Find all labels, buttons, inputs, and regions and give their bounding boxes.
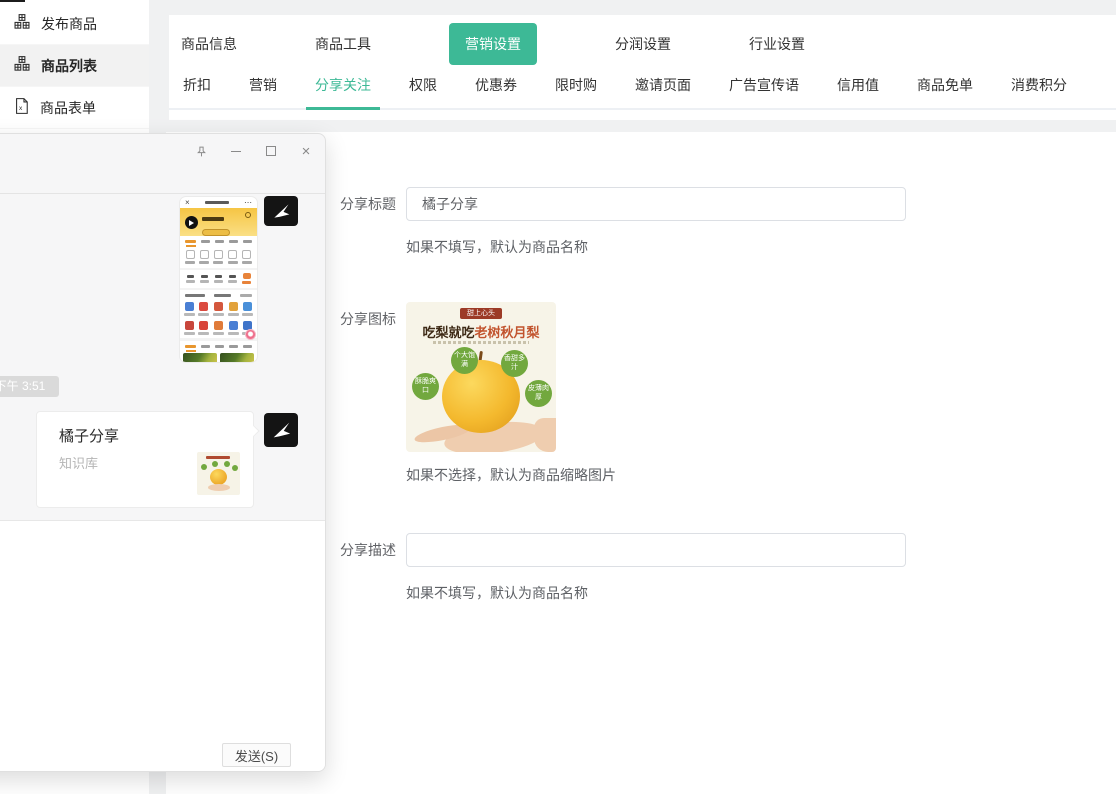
secondary-tab-label: 信用值	[837, 77, 879, 93]
primary-tab[interactable]: 行业设置	[749, 34, 805, 54]
user-avatar[interactable]	[264, 196, 298, 226]
phone-app-icon	[197, 319, 212, 338]
form-doc-icon: x	[13, 97, 30, 118]
phone-statusbar: ×⋯	[180, 197, 257, 208]
secondary-tab-label: 商品免单	[917, 77, 973, 93]
pin-icon[interactable]	[190, 140, 212, 162]
secondary-tab-label: 优惠券	[475, 77, 517, 93]
phone-app-icon	[240, 300, 255, 319]
secondary-tab[interactable]: 折扣	[181, 72, 213, 108]
user-avatar[interactable]	[264, 413, 298, 447]
vip-badge	[202, 229, 230, 236]
secondary-tab-label: 邀请页面	[635, 77, 691, 93]
primary-tab[interactable]: 商品信息	[181, 34, 237, 54]
close-icon[interactable]: ×	[295, 140, 317, 162]
phone-app-icon	[211, 300, 226, 319]
phone-tabs	[180, 236, 257, 245]
sidebar-item[interactable]: x 商品表单	[0, 87, 149, 129]
feature-badge: 香甜多汁	[501, 350, 528, 377]
share-card-thumbnail	[197, 452, 240, 495]
share-card-title: 橘子分享	[59, 425, 253, 446]
phone-info-icon	[245, 212, 251, 218]
feature-badge: 个大饱满	[451, 347, 478, 374]
secondary-tab-label: 权限	[409, 77, 437, 93]
phone-close-icon: ×	[185, 199, 190, 207]
share-desc-input[interactable]	[406, 533, 906, 567]
secondary-tab[interactable]: 优惠券	[473, 72, 519, 108]
product-image-title: 吃梨就吃老树秋月梨	[406, 322, 556, 341]
maximize-icon[interactable]	[260, 140, 282, 162]
chat-preview-window: × ×⋯	[0, 133, 326, 772]
phone-profile-header	[180, 208, 257, 236]
phone-app-grid	[180, 300, 257, 338]
phone-app-icon	[197, 300, 212, 319]
chat-titlebar: ×	[0, 134, 325, 194]
share-title-hint: 如果不填写，默认为商品名称	[406, 237, 1116, 257]
feature-badge: 皮薄肉厚	[525, 380, 552, 407]
secondary-tab[interactable]: 消费积分	[1009, 72, 1069, 108]
top-left-strip	[0, 0, 25, 2]
secondary-tab[interactable]: 营销	[247, 72, 279, 108]
primary-tab[interactable]: 分润设置	[615, 34, 671, 54]
share-link-card[interactable]: 橘子分享 知识库	[36, 411, 254, 508]
share-title-input[interactable]	[406, 187, 906, 221]
phone-app-icon	[226, 319, 241, 338]
feature-badge: 酥脆爽口	[412, 373, 439, 400]
secondary-tab[interactable]: 权限	[407, 72, 439, 108]
secondary-tab[interactable]: 邀请页面	[633, 72, 693, 108]
cubes-icon	[13, 55, 31, 76]
secondary-tab-label: 营销	[249, 77, 277, 93]
secondary-tab-label: 折扣	[183, 77, 211, 93]
app-window: 发布商品商品列表 x 商品表单 商品信息 商品工具 营销设置 分润设置 行业设置 折扣 营销 分…	[0, 0, 1116, 794]
phone-app-icon	[226, 300, 241, 319]
floating-button	[245, 329, 256, 340]
secondary-tab-label: 广告宣传语	[729, 77, 799, 93]
share-desc-hint: 如果不填写，默认为商品名称	[406, 583, 1116, 603]
secondary-tab-label: 消费积分	[1011, 77, 1067, 93]
secondary-tab-label: 分享关注	[315, 77, 371, 93]
share-icon-hint: 如果不选择，默认为商品缩略图片	[406, 465, 1116, 485]
sidebar-item[interactable]: 商品列表	[0, 45, 149, 87]
secondary-tab[interactable]: 分享关注	[313, 72, 373, 108]
minimize-icon[interactable]	[225, 140, 247, 162]
primary-tab[interactable]: 营销设置	[449, 23, 537, 65]
cubes-icon	[13, 13, 31, 34]
phone-product-tabs	[180, 341, 257, 350]
sidebar-item-label: 发布商品	[41, 14, 97, 34]
secondary-tab-label: 限时购	[555, 77, 597, 93]
secondary-tab[interactable]: 广告宣传语	[727, 72, 801, 108]
send-button[interactable]: 发送(S)	[222, 743, 291, 767]
sidebar-item-label: 商品表单	[40, 98, 96, 118]
sidebar-item-label: 商品列表	[41, 56, 97, 76]
product-image-subline	[433, 341, 529, 344]
secondary-tabs: 折扣 营销 分享关注 权限 优惠券 限时购 邀请页面 广告宣传语 信用值 商品免单 消费积分	[169, 72, 1116, 110]
phone-section-headers	[180, 290, 257, 300]
secondary-tab[interactable]: 信用值	[835, 72, 881, 108]
phone-app-icon	[211, 319, 226, 338]
phone-stats-row	[180, 270, 257, 290]
chat-message-area: ×⋯	[0, 194, 325, 520]
svg-text:x: x	[19, 105, 23, 112]
phone-screenshot-message[interactable]: ×⋯	[179, 196, 258, 363]
chat-input-area[interactable]: 发送(S)	[0, 520, 325, 771]
phone-icon-row	[180, 245, 257, 270]
phone-more-icon: ⋯	[244, 199, 252, 207]
tabs-card: 商品信息 商品工具 营销设置 分润设置 行业设置 折扣 营销 分享关注 权限 优惠券 限时购 邀请页…	[169, 15, 1116, 120]
share-icon-image[interactable]: 甜上心头 吃梨就吃老树秋月梨 个大饱满 香甜多汁 酥脆爽口 皮薄肉厚	[406, 302, 556, 452]
primary-tab[interactable]: 商品工具	[315, 34, 371, 54]
arm-illustration	[534, 418, 556, 452]
sidebar-item[interactable]: 发布商品	[0, 3, 149, 45]
secondary-tab[interactable]: 限时购	[553, 72, 599, 108]
primary-tabs: 商品信息 商品工具 营销设置 分润设置 行业设置	[169, 15, 1116, 72]
phone-app-icon	[182, 300, 197, 319]
timestamp-badge: 下午 3:51	[0, 376, 59, 397]
phone-app-icon	[182, 319, 197, 338]
secondary-tab[interactable]: 商品免单	[915, 72, 975, 108]
phone-avatar	[185, 216, 198, 229]
product-ribbon-badge: 甜上心头	[460, 308, 502, 319]
